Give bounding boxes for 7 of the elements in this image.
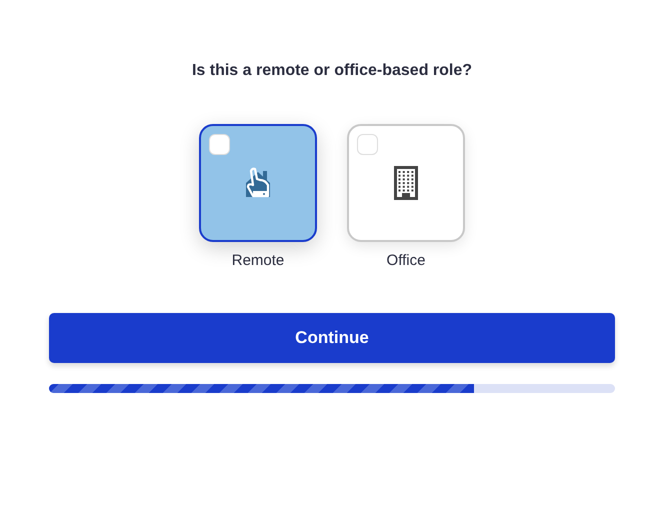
continue-button[interactable]: Continue bbox=[49, 313, 615, 363]
option-label: Office bbox=[386, 252, 426, 269]
question-text: Is this a remote or office-based role? bbox=[192, 62, 472, 80]
checkbox[interactable] bbox=[357, 134, 378, 155]
option-label: Remote bbox=[232, 252, 284, 269]
option-card[interactable] bbox=[199, 124, 317, 242]
checkbox[interactable] bbox=[209, 134, 230, 155]
